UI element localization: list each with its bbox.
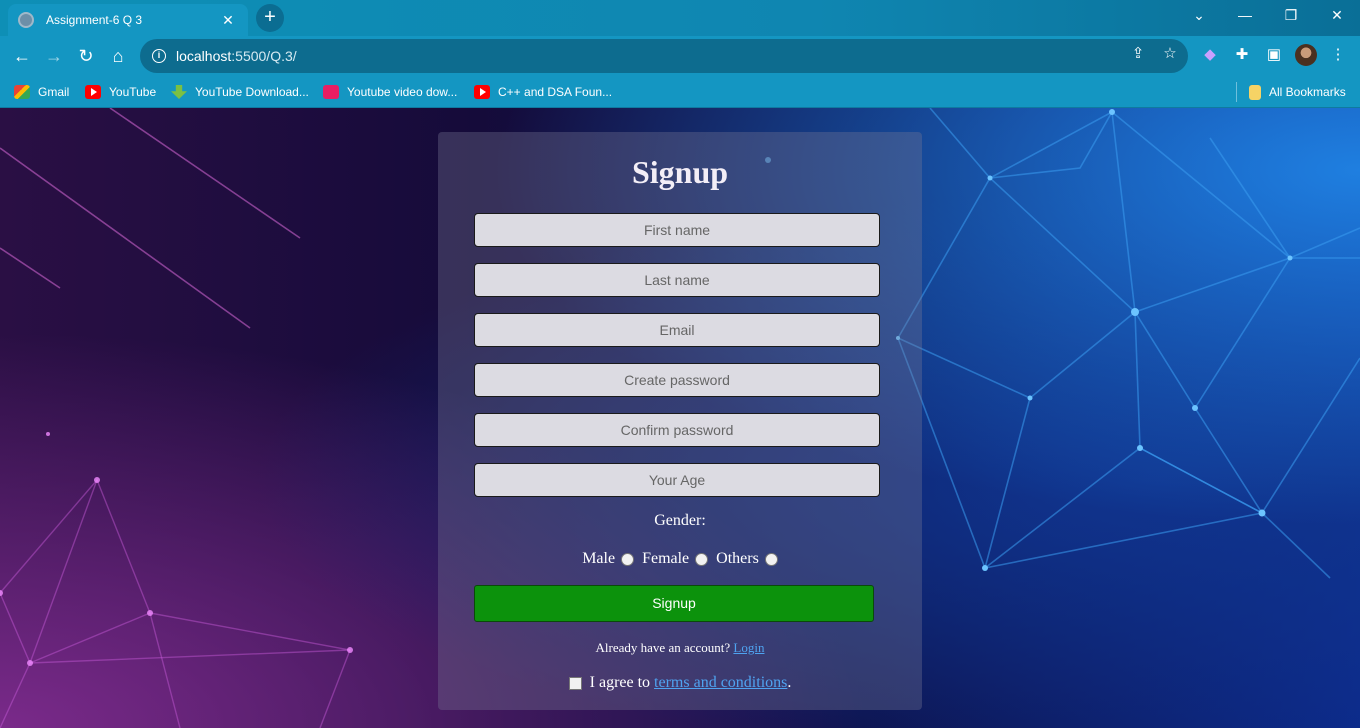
minimize-button[interactable]: — [1222, 0, 1268, 30]
browser-toolbar: ← → ↻ ⌂ i localhost:5500/Q.3/ ⇪ ☆ ◆ ✚ ▣ … [0, 36, 1360, 76]
menu-kebab-icon[interactable]: ⋮ [1327, 44, 1349, 66]
bookmark-gmail[interactable]: Gmail [14, 82, 69, 102]
email-input[interactable]: Email [474, 313, 880, 347]
radio-male[interactable] [621, 552, 635, 566]
age-input[interactable]: Your Age [474, 463, 880, 497]
globe-icon [18, 12, 34, 28]
first-name-input[interactable]: First name [474, 213, 880, 247]
extension-icon[interactable]: ◆ [1199, 44, 1221, 66]
bookmark-youtube[interactable]: YouTube [85, 82, 156, 102]
confirm-password-input[interactable]: Confirm password [474, 413, 880, 447]
side-panel-icon[interactable]: ▣ [1263, 44, 1285, 66]
forward-icon[interactable]: → [40, 42, 68, 70]
browser-tab[interactable]: Assignment-6 Q 3 ✕ [8, 4, 248, 36]
terms-agreement: I agree to terms and conditions. [438, 674, 922, 692]
gender-option-others[interactable]: Others [716, 550, 778, 568]
close-tab-icon[interactable]: ✕ [218, 12, 238, 29]
signup-button[interactable]: Signup [474, 585, 874, 622]
tab-search-icon[interactable]: ⌄ [1176, 0, 1222, 30]
create-password-input[interactable]: Create password [474, 363, 880, 397]
bookmark-star-icon[interactable]: ☆ [1159, 44, 1181, 62]
u-icon [323, 85, 339, 99]
terms-checkbox[interactable] [568, 676, 582, 690]
profile-avatar[interactable] [1295, 44, 1317, 66]
youtube-icon [474, 85, 490, 99]
gender-option-female[interactable]: Female [642, 550, 709, 568]
signup-card: Signup First name Last name Email Create… [438, 132, 922, 710]
gender-options: Male Female Others [438, 550, 922, 568]
home-icon[interactable]: ⌂ [104, 42, 132, 70]
radio-others[interactable] [764, 552, 778, 566]
youtube-icon [85, 85, 101, 99]
signup-title: Signup [631, 154, 729, 190]
bookmark-youtube-video-downloader[interactable]: Youtube video dow... [323, 82, 457, 102]
close-window-button[interactable]: ✕ [1314, 0, 1360, 30]
new-tab-button[interactable]: + [256, 4, 284, 32]
folder-icon [1249, 84, 1261, 100]
bookmarks-bar: Gmail YouTube YouTube Download... Youtub… [0, 76, 1360, 108]
bookmark-cpp-dsa[interactable]: C++ and DSA Foun... [474, 82, 612, 102]
last-name-input[interactable]: Last name [474, 263, 880, 297]
login-link[interactable]: Login [733, 640, 764, 655]
share-icon[interactable]: ⇪ [1127, 44, 1149, 62]
restore-button[interactable]: ❐ [1268, 0, 1314, 30]
address-bar[interactable]: i localhost:5500/Q.3/ [140, 39, 1188, 73]
gender-label: Gender: [654, 512, 706, 529]
url-text: localhost:5500/Q.3/ [176, 48, 297, 64]
bookmark-youtube-downloader[interactable]: YouTube Download... [171, 82, 309, 102]
extensions-puzzle-icon[interactable]: ✚ [1231, 44, 1253, 66]
page-background: Signup First name Last name Email Create… [0, 108, 1360, 728]
all-bookmarks[interactable]: All Bookmarks [1236, 82, 1346, 102]
back-icon[interactable]: ← [8, 42, 36, 70]
gender-option-male[interactable]: Male [582, 550, 635, 568]
radio-female[interactable] [695, 552, 709, 566]
gmail-icon [14, 85, 30, 99]
reload-icon[interactable]: ↻ [72, 42, 100, 70]
site-info-icon[interactable]: i [152, 49, 166, 63]
login-prompt: Already have an account? Login [595, 640, 765, 655]
tab-title: Assignment-6 Q 3 [46, 13, 143, 27]
browser-tabstrip: Assignment-6 Q 3 ✕ + ⌄ — ❐ ✕ [0, 0, 1360, 36]
download-icon [171, 85, 187, 99]
terms-link[interactable]: terms and conditions [654, 674, 787, 692]
